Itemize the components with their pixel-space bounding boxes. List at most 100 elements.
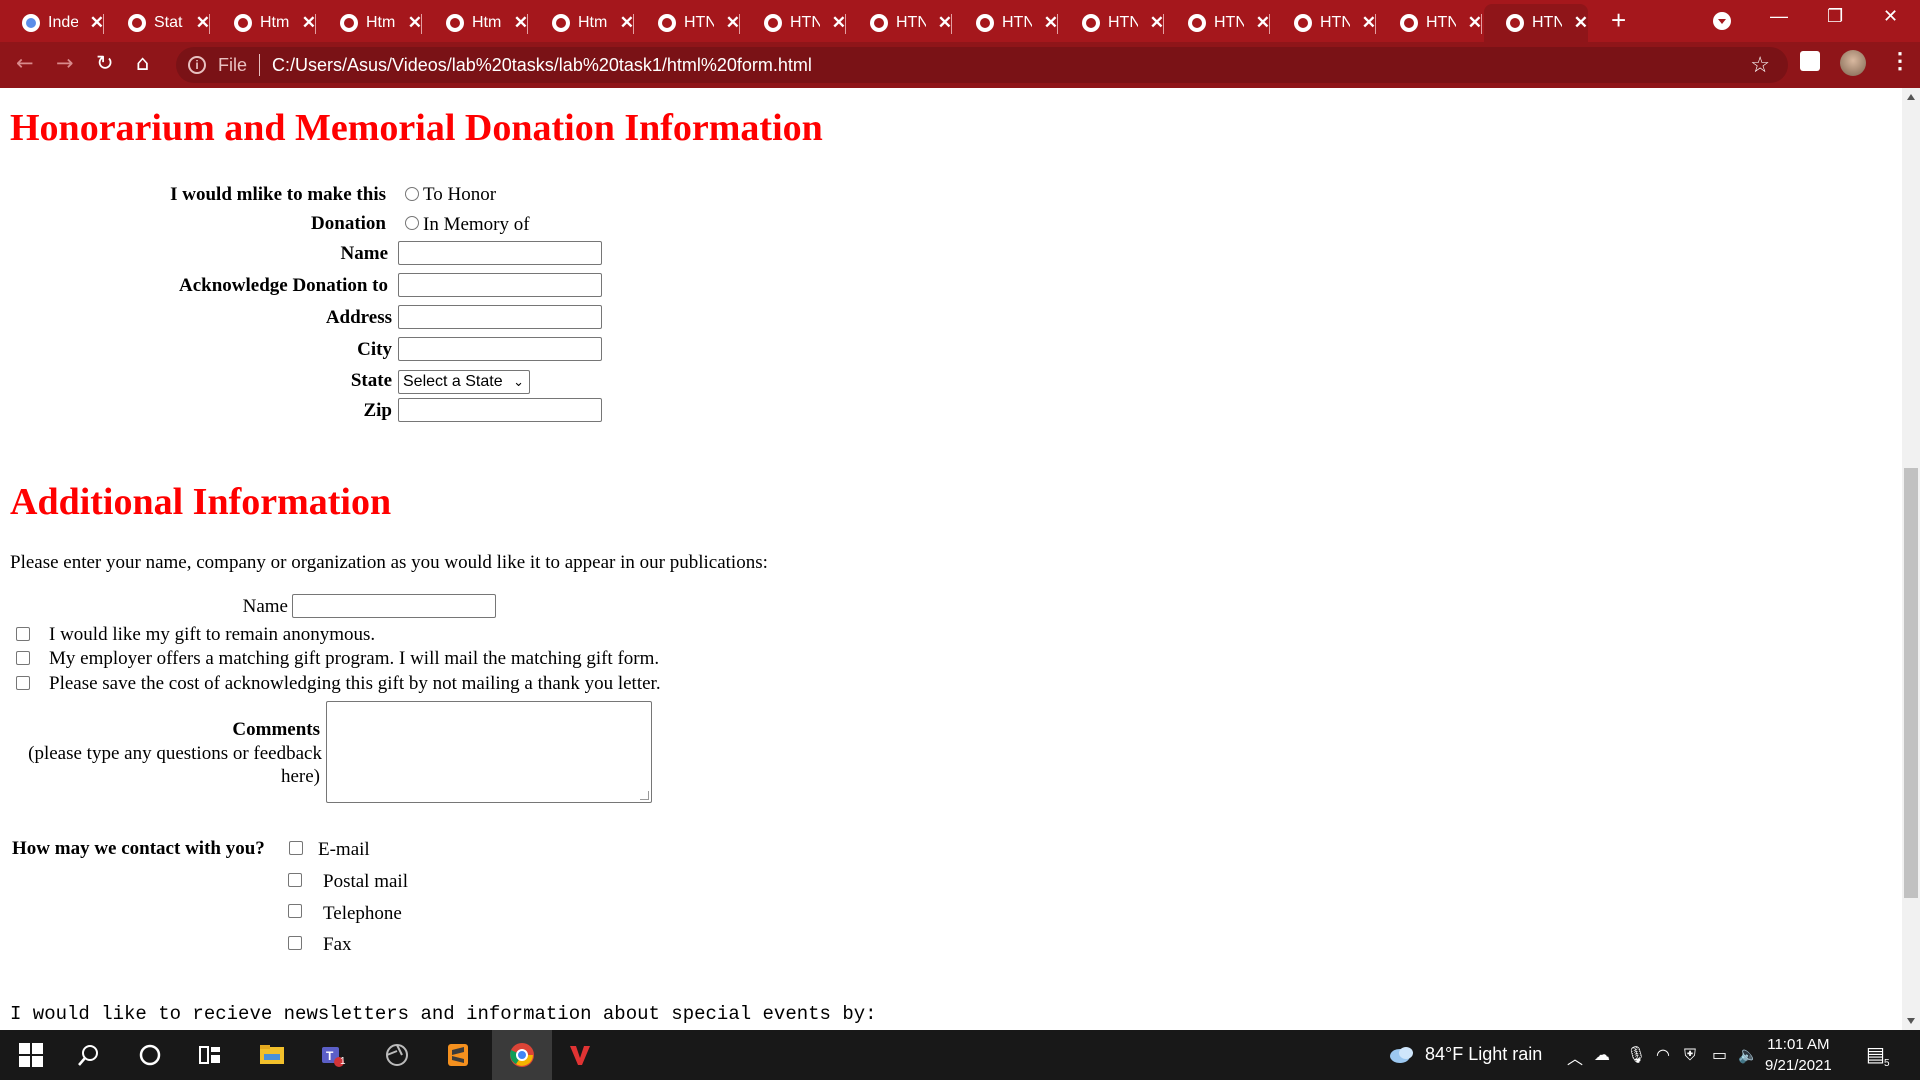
close-icon[interactable]: ✕ [938,13,952,33]
city-input[interactable] [398,337,602,361]
tab-strip: Inde ✕ Stat ✕ Htm ✕ Htm ✕ Htm ✕ Htm ✕ HTN ✕ HTN… [0,0,1920,42]
reload-icon[interactable]: ↻ [96,50,114,76]
sublime-text-icon[interactable] [445,1042,471,1068]
tab[interactable]: Stat ✕ [106,4,210,42]
url-text[interactable]: C:/Users/Asus/Videos/lab%20tasks/lab%20t… [272,55,812,76]
contact-option-label: Postal mail [323,871,408,892]
tab[interactable]: Htm ✕ [424,4,528,42]
security-shield-icon[interactable]: ⛨ [1684,1045,1696,1065]
close-icon[interactable]: ✕ [1256,13,1270,33]
globe-icon [1400,14,1418,32]
state-select[interactable]: Select a State ⌄ [398,370,530,394]
checkbox-matching-gift[interactable] [16,651,30,665]
comments-hint: (please type any questions or feedback [28,743,322,764]
tab[interactable]: Htm ✕ [212,4,316,42]
checkbox-no-thank-you[interactable] [16,676,30,690]
tab[interactable]: HTN ✕ [742,4,846,42]
scroll-up-icon[interactable] [1907,94,1915,100]
battery-icon[interactable]: ▭ [1712,1045,1727,1064]
forward-icon[interactable]: → [56,50,74,76]
close-icon[interactable]: ✕ [1150,13,1164,33]
tab[interactable]: HTN ✕ [1060,4,1164,42]
app-shutter-icon[interactable] [384,1042,410,1068]
cortana-icon[interactable] [137,1042,163,1068]
checkbox-telephone[interactable] [288,904,302,918]
checkbox-fax[interactable] [288,936,302,950]
globe-icon [976,14,994,32]
close-icon[interactable]: ✕ [408,13,422,33]
browser-menu-icon[interactable]: ⋮ [1889,48,1911,74]
acknowledge-input[interactable] [398,273,602,297]
close-icon[interactable]: ✕ [726,13,740,33]
windows-taskbar: T 1 84°F Light rain ︿ ☁ 🎙 ◠ ⛨ ▭ 🔈 11:01 … [0,1030,1920,1080]
scrollbar-thumb[interactable] [1904,468,1918,898]
minimize-icon[interactable]: — [1770,6,1788,27]
vertical-scrollbar[interactable] [1902,88,1920,1030]
onedrive-icon[interactable]: ☁ [1594,1045,1610,1064]
tab[interactable]: Inde ✕ [0,4,104,42]
checkbox-postal-mail[interactable] [288,873,302,887]
taskbar-active-app[interactable] [492,1030,552,1080]
windows-start-icon[interactable] [18,1042,44,1068]
radio-to-honor[interactable] [405,187,419,201]
tab[interactable]: HTN ✕ [1378,4,1482,42]
notification-center-icon[interactable]: ▤ [1866,1042,1885,1066]
bookmark-star-icon[interactable]: ☆ [1750,52,1770,78]
address-bar[interactable]: i File C:/Users/Asus/Videos/lab%20tasks/… [176,47,1788,83]
back-icon[interactable]: ← [16,50,34,76]
publication-name-input[interactable] [292,594,496,618]
weather-text[interactable]: 84°F Light rain [1425,1044,1542,1065]
close-icon[interactable]: ✕ [1468,13,1482,33]
honoree-name-input[interactable] [398,241,602,265]
restore-icon[interactable]: ❐ [1827,6,1843,27]
extensions-icon[interactable] [1800,51,1820,71]
tab[interactable]: Htm ✕ [530,4,634,42]
zip-input[interactable] [398,398,602,422]
tab[interactable]: HTN ✕ [954,4,1058,42]
tab[interactable]: HTN ✕ [848,4,952,42]
close-icon[interactable]: ✕ [196,13,210,33]
checkbox-anonymous[interactable] [16,627,30,641]
app-v-icon[interactable] [567,1042,593,1068]
tab-search-icon[interactable] [1713,12,1731,30]
close-icon[interactable]: ✕ [302,13,316,33]
scheme-label: File [218,54,248,75]
new-tab-button[interactable]: + [1611,5,1626,36]
make-donation-label: I would mlike to make this [170,184,386,205]
close-icon[interactable]: ✕ [90,13,104,33]
address-input[interactable] [398,305,602,329]
file-explorer-icon[interactable] [259,1042,285,1068]
volume-icon[interactable]: 🔈 [1738,1045,1758,1064]
close-icon[interactable]: ✕ [514,13,528,33]
honorarium-heading: Honorarium and Memorial Donation Informa… [10,107,823,149]
info-icon[interactable]: i [188,56,206,74]
tab[interactable]: HTN ✕ [636,4,740,42]
comments-label: Comments [232,719,320,740]
matching-gift-label: My employer offers a matching gift progr… [49,648,660,669]
comments-textarea[interactable] [326,701,652,803]
microphone-icon[interactable]: 🎙 [1626,1045,1646,1064]
close-icon[interactable]: ✕ [1574,13,1588,33]
close-window-icon[interactable]: ✕ [1883,6,1898,27]
search-icon[interactable] [76,1042,102,1068]
close-icon[interactable]: ✕ [1044,13,1058,33]
checkbox-email[interactable] [289,841,303,855]
newsletter-text: I would like to recieve newsletters and … [10,1003,877,1025]
close-icon[interactable]: ✕ [832,13,846,33]
tab[interactable]: Htm ✕ [318,4,422,42]
tab[interactable]: HTN ✕ [1166,4,1270,42]
radio-in-memory[interactable] [405,216,419,230]
chevron-up-icon[interactable]: ︿ [1567,1045,1583,1069]
weather-cloud-icon[interactable] [1388,1044,1416,1064]
task-view-icon[interactable] [197,1042,223,1068]
tab-active[interactable]: HTN ✕ [1484,4,1588,42]
scroll-down-icon[interactable] [1907,1018,1915,1024]
close-icon[interactable]: ✕ [1362,13,1376,33]
wifi-icon[interactable]: ◠ [1656,1045,1670,1064]
system-clock[interactable]: 11:01 AM 9/21/2021 [1765,1034,1832,1076]
tab[interactable]: HTN ✕ [1272,4,1376,42]
clock-time: 11:01 AM [1767,1036,1830,1053]
close-icon[interactable]: ✕ [620,13,634,33]
profile-avatar[interactable] [1840,50,1866,76]
home-icon[interactable]: ⌂ [136,50,149,76]
